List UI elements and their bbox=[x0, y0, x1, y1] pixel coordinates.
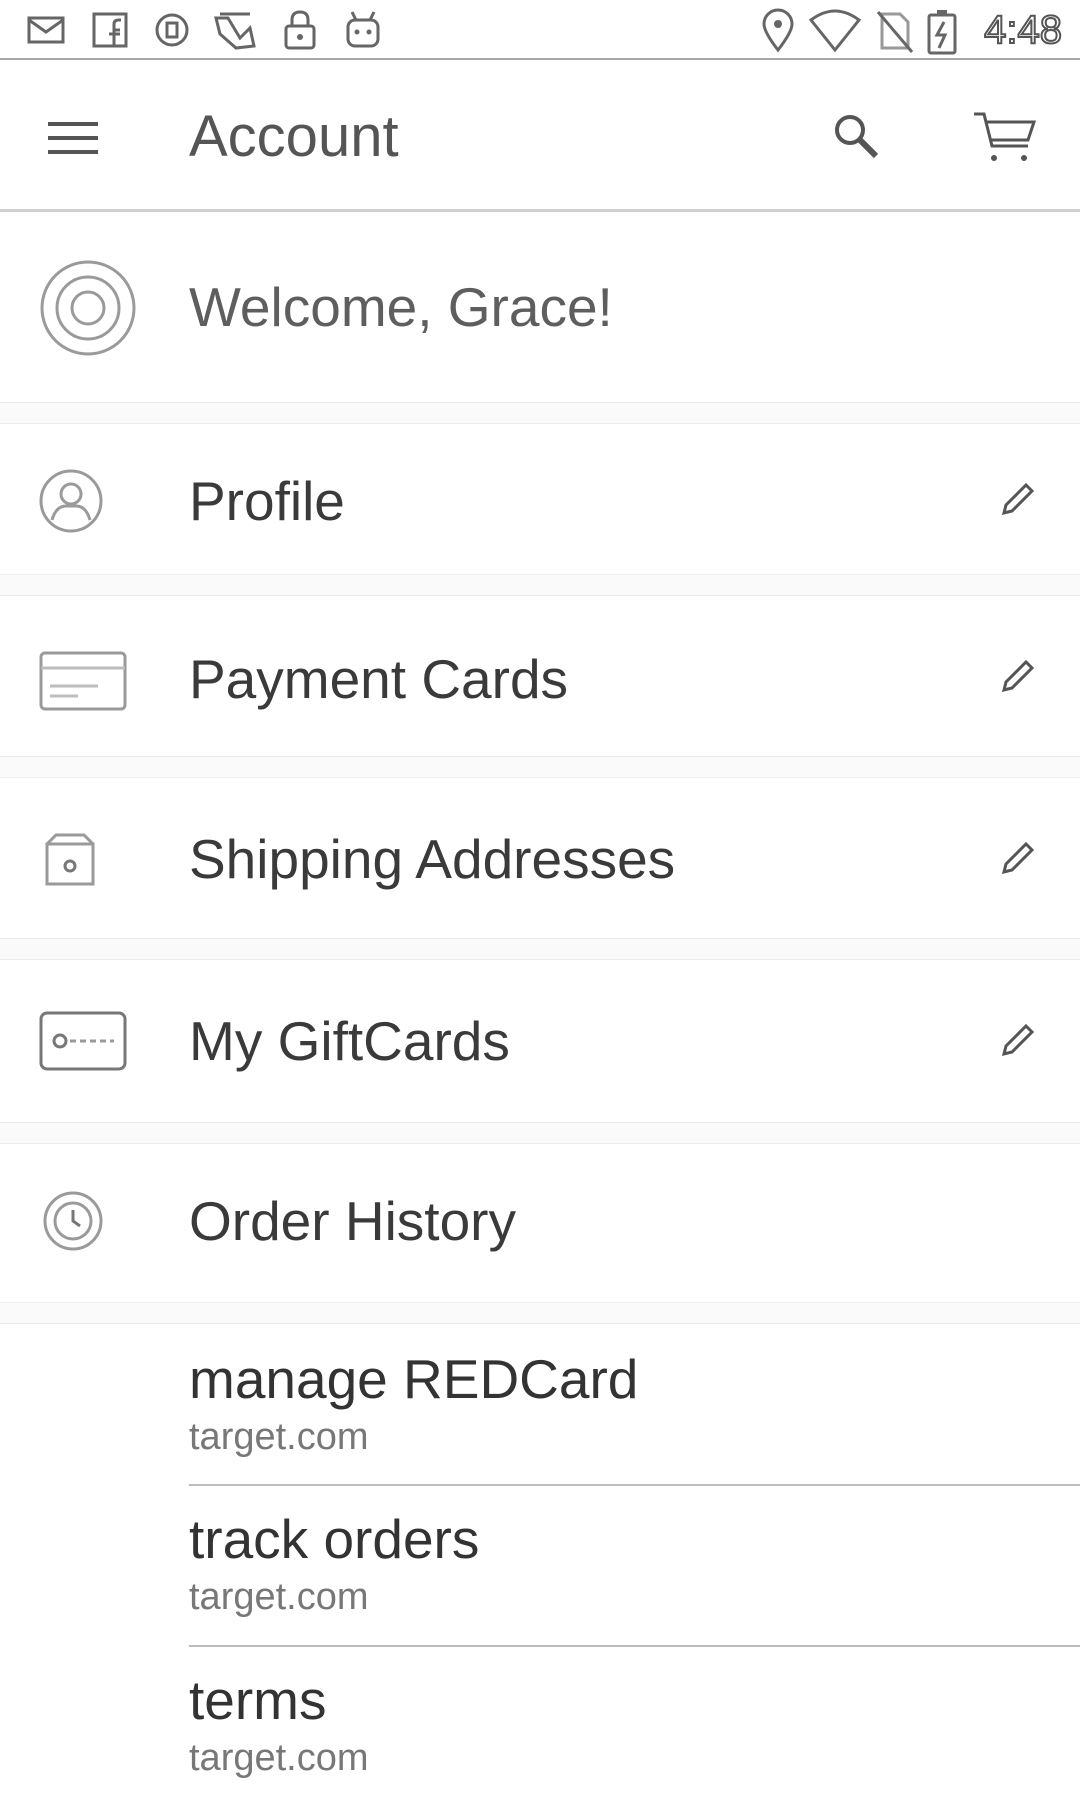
status-bar: 4:48 bbox=[0, 0, 1080, 60]
cart-icon bbox=[974, 112, 1037, 161]
account-item-label: Shipping Addresses bbox=[189, 828, 676, 890]
profile-icon bbox=[38, 468, 104, 539]
android-icon bbox=[342, 8, 384, 52]
link-manage-redcard[interactable]: manage REDCard target.com bbox=[189, 1346, 1080, 1482]
section-divider bbox=[0, 756, 1080, 778]
link-subtitle: target.com bbox=[189, 1737, 369, 1779]
link-track-orders[interactable]: track orders target.com bbox=[189, 1506, 1080, 1642]
gift-card-icon bbox=[38, 1010, 128, 1077]
edit-pencil-icon[interactable] bbox=[998, 479, 1038, 519]
account-item-order-history[interactable]: Order History bbox=[0, 1144, 1080, 1302]
list-divider bbox=[189, 1645, 1080, 1647]
account-item-label: Profile bbox=[189, 470, 345, 532]
link-terms[interactable]: terms target.com bbox=[189, 1667, 1080, 1794]
account-item-shipping-addresses[interactable]: Shipping Addresses bbox=[0, 778, 1080, 938]
search-button[interactable] bbox=[826, 106, 890, 170]
account-item-label: My GiftCards bbox=[189, 1010, 510, 1072]
menu-icon bbox=[48, 122, 98, 154]
fav-app-icon bbox=[210, 8, 260, 52]
account-item-label: Order History bbox=[189, 1190, 516, 1252]
link-title: terms bbox=[189, 1669, 327, 1731]
order-history-icon bbox=[42, 1190, 104, 1257]
link-title: track orders bbox=[189, 1508, 480, 1570]
edit-pencil-icon[interactable] bbox=[998, 838, 1038, 878]
edit-pencil-icon[interactable] bbox=[998, 1020, 1038, 1060]
edit-pencil-icon[interactable] bbox=[998, 656, 1038, 696]
location-icon bbox=[760, 8, 796, 53]
status-time: 4:48 bbox=[983, 7, 1063, 53]
no-sim-icon bbox=[874, 8, 914, 53]
link-title: manage REDCard bbox=[189, 1348, 639, 1410]
circle-app-icon bbox=[152, 8, 194, 52]
wifi-icon bbox=[808, 8, 862, 53]
section-divider bbox=[0, 402, 1080, 424]
mail-icon bbox=[26, 8, 68, 52]
welcome-row: Welcome, Grace! bbox=[0, 212, 1080, 402]
cart-button[interactable] bbox=[970, 106, 1042, 170]
account-item-payment-cards[interactable]: Payment Cards bbox=[0, 596, 1080, 756]
payment-card-icon bbox=[38, 650, 128, 717]
section-divider bbox=[0, 938, 1080, 960]
battery-charging-icon bbox=[926, 8, 958, 55]
section-divider bbox=[0, 1302, 1080, 1324]
shipping-box-icon bbox=[44, 832, 96, 893]
target-logo-icon bbox=[38, 258, 138, 363]
link-subtitle: target.com bbox=[189, 1576, 369, 1618]
list-divider bbox=[189, 1484, 1080, 1486]
app-bar: Account bbox=[0, 60, 1080, 212]
account-item-gift-cards[interactable]: My GiftCards bbox=[0, 960, 1080, 1122]
section-divider bbox=[0, 574, 1080, 596]
account-item-profile[interactable]: Profile bbox=[0, 424, 1080, 574]
lock-icon bbox=[280, 8, 320, 52]
facebook-icon bbox=[90, 8, 132, 52]
link-subtitle: target.com bbox=[189, 1416, 369, 1458]
page-title: Account bbox=[189, 104, 399, 169]
menu-button[interactable] bbox=[36, 106, 114, 166]
search-icon bbox=[835, 115, 879, 159]
section-divider bbox=[0, 1122, 1080, 1144]
account-item-label: Payment Cards bbox=[189, 648, 569, 710]
welcome-text: Welcome, Grace! bbox=[189, 276, 613, 338]
